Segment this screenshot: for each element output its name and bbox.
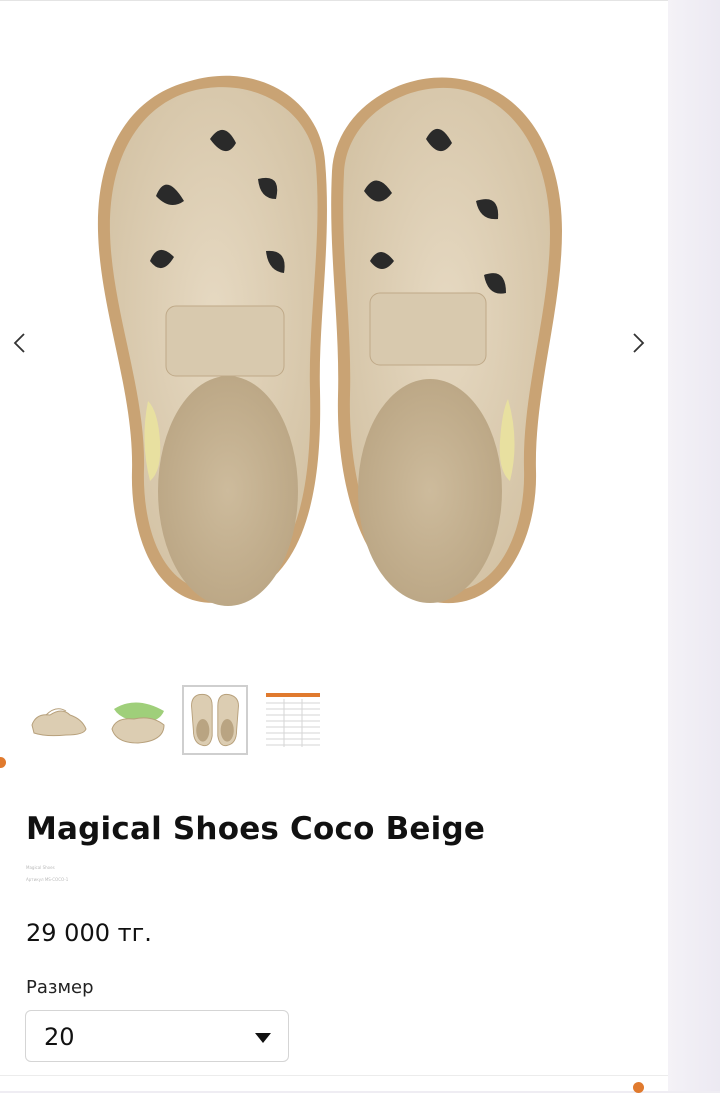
right-shoe bbox=[331, 77, 562, 604]
scroll-indicator-dot bbox=[0, 757, 6, 768]
slider-next-button[interactable] bbox=[624, 327, 652, 359]
chevron-right-icon bbox=[633, 333, 645, 353]
image-slider[interactable] bbox=[0, 1, 668, 671]
product-price: 29 000 тг. bbox=[26, 919, 152, 947]
notification-dot bbox=[633, 1082, 644, 1093]
thumbnail-sole-view[interactable] bbox=[106, 685, 172, 755]
product-title: Magical Shoes Coco Beige bbox=[26, 811, 486, 847]
slider-prev-button[interactable] bbox=[6, 327, 34, 359]
background-panel bbox=[668, 0, 720, 1091]
thumbnail-size-chart[interactable] bbox=[260, 685, 326, 755]
chevron-left-icon bbox=[13, 333, 25, 353]
product-brand: Magical Shoes bbox=[26, 865, 55, 870]
product-sku: Артикул MS-COCO-1 bbox=[26, 877, 69, 882]
size-label: Размер bbox=[26, 977, 94, 998]
thumbnail-side-view[interactable] bbox=[26, 685, 92, 755]
divider bbox=[0, 1075, 668, 1076]
size-select[interactable]: 20 bbox=[25, 1010, 289, 1062]
thumbnail-top-view[interactable] bbox=[182, 685, 248, 755]
size-selected-value: 20 bbox=[44, 1023, 75, 1051]
left-shoe bbox=[97, 75, 327, 606]
product-card: Magical Shoes Coco Beige Magical Shoes А… bbox=[0, 0, 668, 1093]
caret-down-icon bbox=[254, 1029, 272, 1043]
product-main-image bbox=[97, 75, 562, 606]
